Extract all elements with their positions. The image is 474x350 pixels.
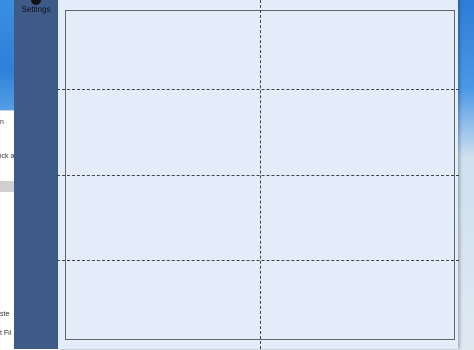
background-bar — [0, 181, 14, 192]
background-right-strip — [458, 0, 474, 349]
background-text: n — [0, 119, 4, 126]
sidebar-item-settings[interactable]: Settings — [14, 0, 58, 18]
grid-line-vertical — [260, 0, 261, 349]
sidebar: Settings — [14, 0, 58, 349]
grid-line-horizontal — [57, 175, 459, 176]
grid-area[interactable] — [57, 0, 459, 349]
grid-line-horizontal — [57, 260, 459, 261]
grid-line-horizontal — [57, 89, 459, 90]
sidebar-item-label: Settings — [21, 5, 51, 14]
background-text: ste — [0, 311, 10, 318]
background-text: t Fil — [0, 330, 12, 337]
background-text: ick a — [0, 153, 14, 160]
